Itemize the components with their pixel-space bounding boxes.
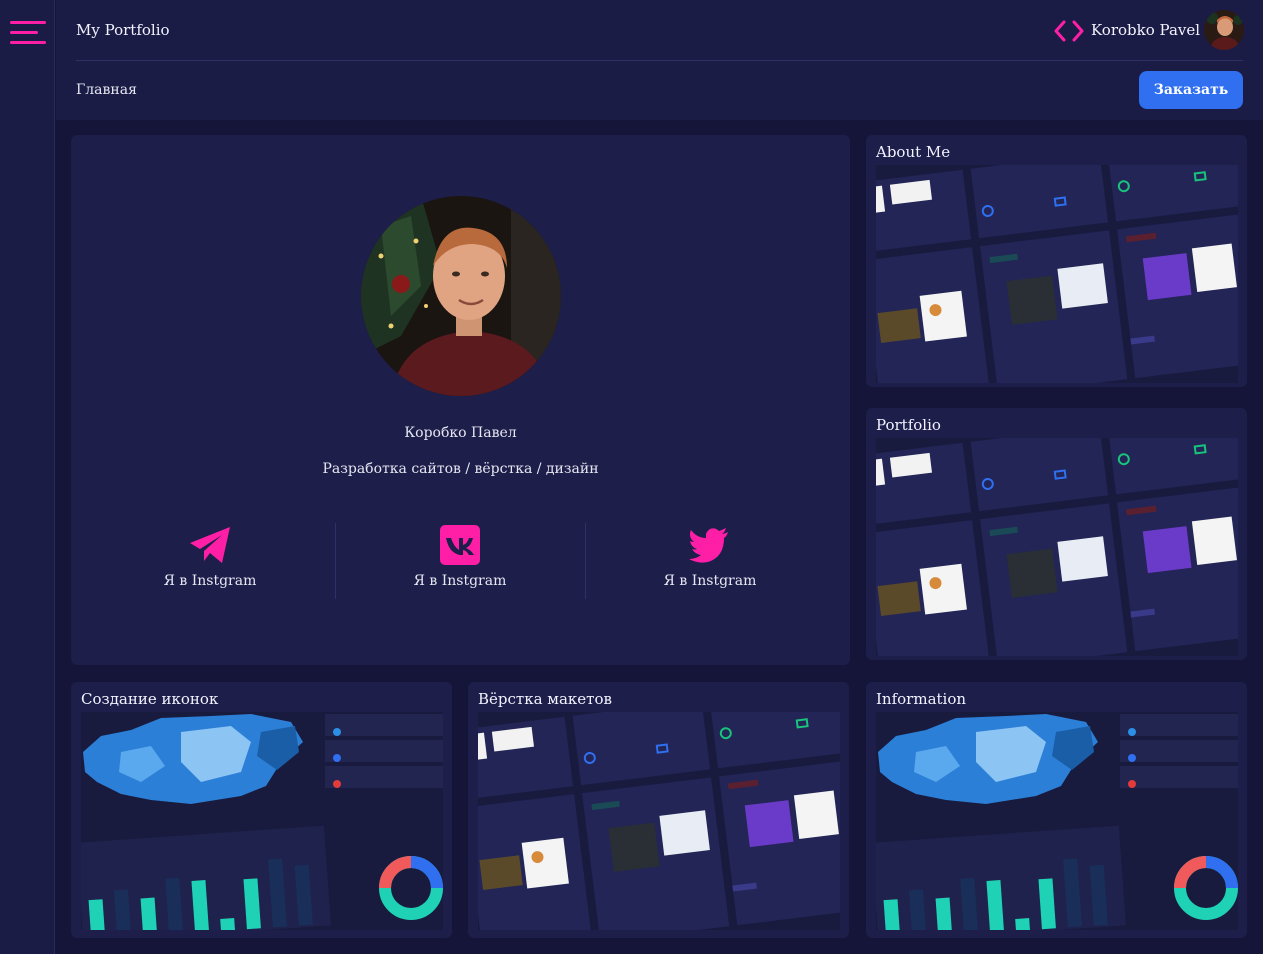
profile-card: Коробко Павел Разработка сайтов / вёрстк… xyxy=(71,135,850,665)
about-card[interactable]: About Me xyxy=(866,135,1247,387)
vk-link[interactable]: Я в Instgram xyxy=(335,523,585,603)
sidebar xyxy=(0,0,55,954)
card-title: Вёрстка макетов xyxy=(478,690,612,708)
info-card[interactable]: Information xyxy=(866,682,1247,938)
avatar[interactable] xyxy=(1204,10,1244,50)
card-title: Information xyxy=(876,690,967,708)
header: My Portfolio Korobko Pavel Главная Заказ… xyxy=(56,0,1263,120)
twitter-label: Я в Instgram xyxy=(663,573,757,589)
profile-role: Разработка сайтов / вёрстка / дизайн xyxy=(322,461,599,477)
profile-name: Коробко Павел xyxy=(404,425,517,441)
card-title: Portfolio xyxy=(876,416,941,434)
header-divider xyxy=(76,60,1243,61)
code-icon[interactable] xyxy=(1054,19,1084,43)
telegram-label: Я в Instgram xyxy=(163,573,257,589)
analytics-preview-image xyxy=(876,712,1238,930)
telegram-link[interactable]: Я в Instgram xyxy=(85,523,335,603)
twitter-link[interactable]: Я в Instgram xyxy=(585,523,835,603)
analytics-preview-image xyxy=(81,712,443,930)
card-title: Создание иконок xyxy=(81,690,219,708)
twitter-icon xyxy=(689,528,728,563)
icons-card[interactable]: Создание иконок xyxy=(71,682,452,938)
card-title: About Me xyxy=(876,143,951,161)
layout-card[interactable]: Вёрстка макетов xyxy=(468,682,849,938)
menu-icon[interactable] xyxy=(10,21,46,45)
portfolio-card[interactable]: Portfolio xyxy=(866,408,1247,660)
portfolio-preview-image xyxy=(876,165,1238,383)
portfolio-preview-image xyxy=(876,438,1238,656)
vk-label: Я в Instgram xyxy=(413,573,507,589)
user-name[interactable]: Korobko Pavel xyxy=(1091,21,1200,39)
telegram-icon xyxy=(190,527,230,563)
order-button[interactable]: Заказать xyxy=(1139,71,1243,109)
vk-icon xyxy=(440,525,480,565)
app-title: My Portfolio xyxy=(76,21,170,39)
breadcrumb[interactable]: Главная xyxy=(76,82,137,98)
portfolio-preview-image xyxy=(478,712,840,930)
profile-photo xyxy=(361,196,561,396)
